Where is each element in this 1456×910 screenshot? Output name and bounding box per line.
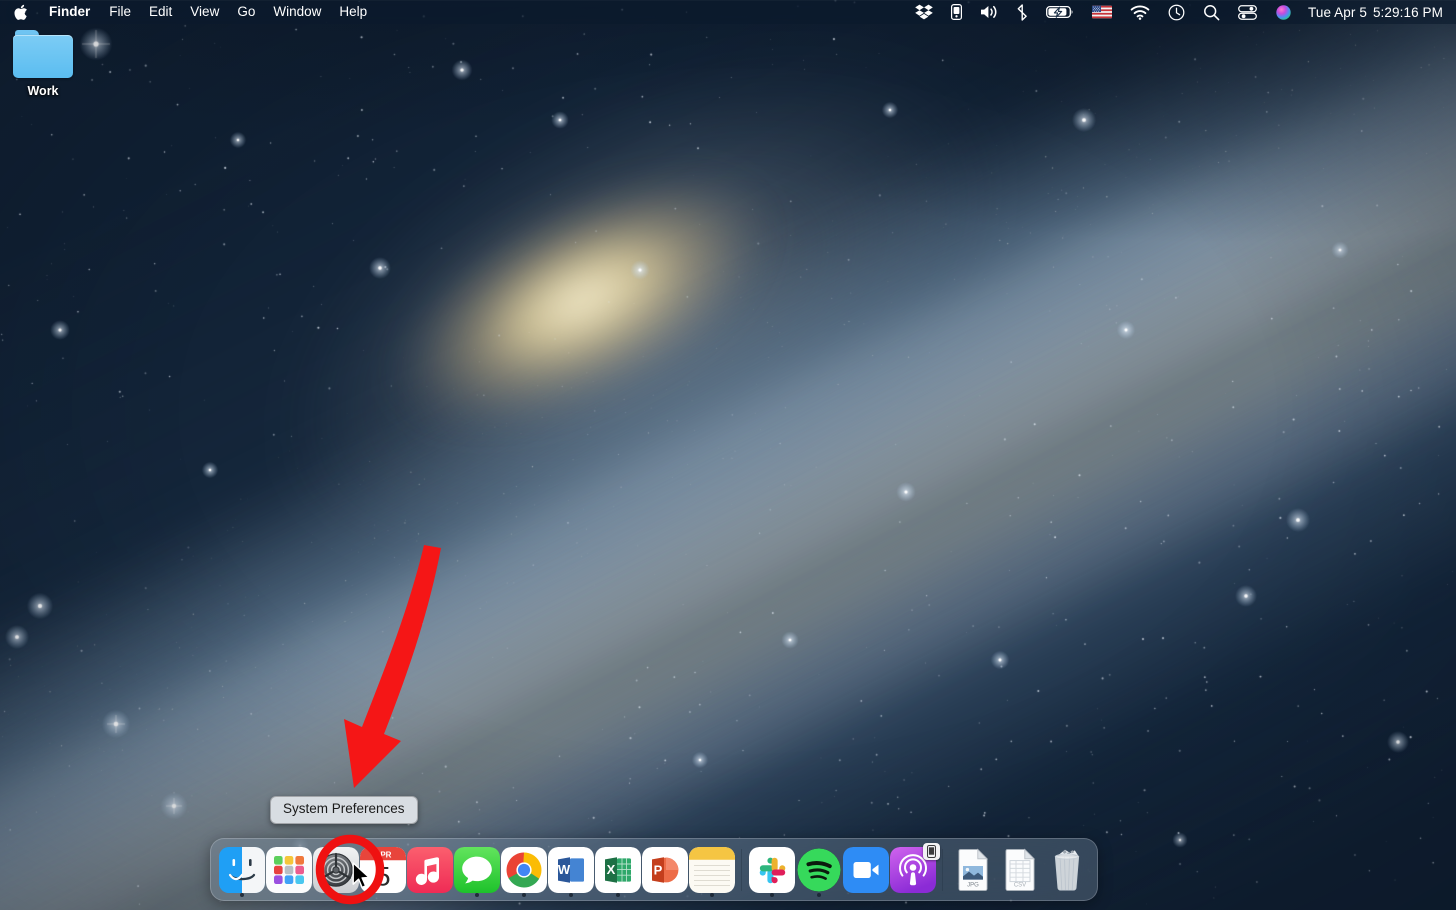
dock-item-powerpoint[interactable]: P [641, 838, 688, 901]
menu-item-finder[interactable]: Finder [39, 0, 100, 24]
dock-item-slack[interactable] [748, 838, 795, 901]
running-indicator [769, 893, 774, 897]
desktop-icon-work[interactable]: Work [8, 30, 78, 100]
dock-item-csv-file[interactable]: CSV [996, 838, 1043, 901]
menu-bar-status-area: Tue Apr 5 5:29:16 PM [906, 0, 1456, 24]
dock-item-podcasts[interactable] [889, 838, 940, 901]
desktop-icon-label: Work [27, 84, 59, 98]
dock-item-trash[interactable] [1043, 838, 1090, 901]
dock-item-calendar[interactable]: APR 5 [359, 838, 406, 901]
dock-item-word[interactable]: W [547, 838, 594, 901]
menu-item-go[interactable]: Go [228, 0, 264, 24]
menu-item-edit[interactable]: Edit [140, 0, 181, 24]
running-indicator [816, 893, 821, 897]
menu-item-view[interactable]: View [181, 0, 228, 24]
spotify-icon [796, 847, 842, 893]
word-icon: W [547, 846, 594, 893]
dropbox-icon[interactable] [906, 0, 942, 24]
dock-item-notes[interactable] [688, 838, 735, 901]
spotlight-search-icon[interactable] [1194, 0, 1229, 24]
folder-body [13, 35, 73, 78]
dock-tooltip: System Preferences [270, 796, 418, 824]
dock-tooltip-label: System Preferences [283, 801, 405, 816]
notes-icon [688, 846, 735, 893]
bluetooth-icon[interactable] [1008, 0, 1037, 24]
running-indicator [709, 893, 714, 897]
time-machine-icon[interactable] [1159, 0, 1194, 24]
dock-item-zoom[interactable] [842, 838, 889, 901]
zoom-icon [842, 846, 889, 893]
jpg-file-icon: JPG [950, 847, 996, 893]
running-indicator [239, 893, 244, 897]
apple-logo-icon[interactable] [10, 0, 39, 24]
svg-text:W: W [557, 862, 570, 877]
launchpad-icon [265, 846, 312, 893]
volume-icon[interactable] [971, 0, 1008, 24]
calendar-icon: APR 5 [359, 846, 406, 893]
excel-icon: X [594, 846, 641, 893]
running-indicator [615, 893, 620, 897]
dock: APR 5 W X P JPG CSV [210, 838, 1098, 901]
desktop-wallpaper [0, 0, 1456, 910]
dock-item-music[interactable] [406, 838, 453, 901]
menu-item-help[interactable]: Help [330, 0, 376, 24]
calendar-day: 5 [375, 861, 390, 891]
csv-file-label: CSV [1013, 882, 1025, 888]
menu-item-window[interactable]: Window [264, 0, 330, 24]
menu-item-file[interactable]: File [100, 0, 140, 24]
clock-date: Tue Apr 5 [1308, 4, 1367, 20]
folder-icon [13, 30, 73, 78]
us-flag-input-source-icon[interactable] [1083, 0, 1121, 24]
dock-item-excel[interactable]: X [594, 838, 641, 901]
chrome-icon [500, 846, 547, 893]
dock-item-launchpad[interactable] [265, 838, 312, 901]
dock-item-system-preferences[interactable] [312, 838, 359, 901]
finder-icon [218, 846, 265, 893]
clock-time: 5:29:16 PM [1372, 4, 1443, 20]
dock-item-jpg-file[interactable]: JPG [949, 838, 996, 901]
slack-icon [748, 846, 795, 893]
dock-item-finder[interactable] [218, 838, 265, 901]
desktop-screen: Finder File Edit View Go Window Help Tue… [0, 0, 1456, 910]
svg-text:P: P [653, 862, 662, 877]
jpg-file-label: JPG [967, 882, 979, 888]
music-icon [406, 846, 453, 893]
csv-file-icon: CSV [997, 847, 1043, 893]
svg-text:X: X [606, 862, 615, 877]
dock-divider-1 [735, 838, 748, 901]
running-indicator [568, 893, 573, 897]
system-preferences-icon [312, 846, 359, 893]
siri-icon[interactable] [1266, 0, 1301, 24]
menu-bar-left: Finder File Edit View Go Window Help [0, 0, 376, 24]
calendar-month: APR [374, 850, 391, 859]
podcasts-badge [922, 842, 940, 860]
running-indicator [474, 893, 479, 897]
dock-item-chrome[interactable] [500, 838, 547, 901]
powerpoint-icon: P [641, 846, 688, 893]
menu-bar: Finder File Edit View Go Window Help Tue… [0, 0, 1456, 24]
device-battery-icon[interactable] [942, 0, 971, 24]
wifi-icon[interactable] [1121, 0, 1159, 24]
messages-icon [453, 846, 500, 893]
menu-bar-clock[interactable]: Tue Apr 5 5:29:16 PM [1301, 5, 1445, 20]
control-center-icon[interactable] [1229, 0, 1266, 24]
podcasts-icon [889, 842, 940, 893]
wallpaper-vignette [0, 0, 1456, 910]
trash-icon [1044, 847, 1090, 893]
dock-item-messages[interactable] [453, 838, 500, 901]
battery-charging-icon[interactable] [1037, 0, 1083, 24]
iphone-icon [926, 844, 936, 858]
running-indicator [521, 893, 526, 897]
dock-item-spotify[interactable] [795, 838, 842, 901]
